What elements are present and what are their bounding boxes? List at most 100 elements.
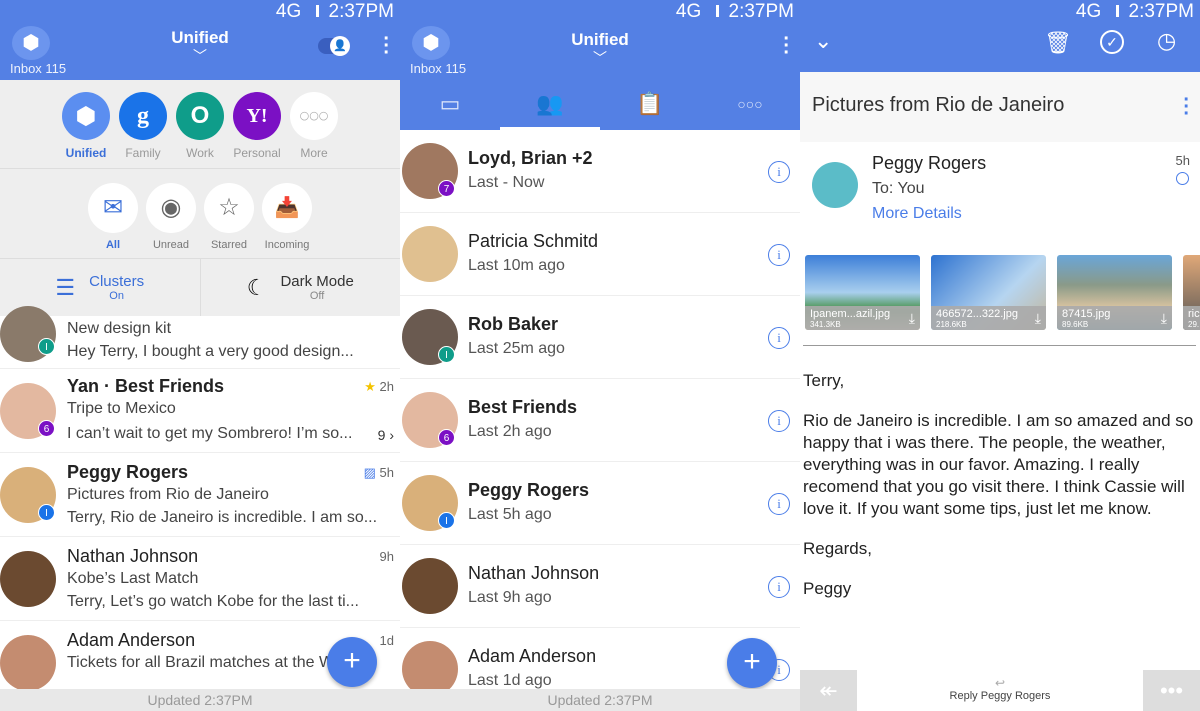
compose-button[interactable]: + bbox=[327, 637, 377, 687]
message-subject: Tripe to Mexico bbox=[67, 400, 176, 417]
body-paragraph: Terry, bbox=[803, 371, 845, 390]
reply-bar: ↞ ↩ Reply Peggy Rogers ••• bbox=[800, 670, 1200, 711]
thread-count[interactable]: 9 › bbox=[378, 427, 394, 443]
envelope-icon: ✉ bbox=[88, 183, 138, 233]
contacts-panel: 4G 2:37PM ⬢ Inbox 115 Unified ﹀ · · · ▭ 👥 … bbox=[400, 0, 800, 711]
unread-circle-icon[interactable] bbox=[1176, 172, 1189, 185]
contact-row[interactable]: I Peggy Rogers Last 5h ago i bbox=[400, 462, 800, 545]
check-circle-icon[interactable]: ✓ bbox=[1100, 30, 1124, 54]
avatar bbox=[402, 558, 458, 614]
info-icon[interactable]: i bbox=[768, 410, 790, 432]
contact-last-activity: Last 2h ago bbox=[468, 423, 552, 440]
folder-title[interactable]: Unified bbox=[400, 30, 800, 50]
chevron-down-icon[interactable]: ﹀ bbox=[400, 48, 800, 68]
attachment-size: 341.3KB bbox=[810, 320, 841, 329]
attachment-thumb[interactable]: Ipanem...azil.jpg 341.3KB ⤓ bbox=[805, 255, 920, 330]
download-icon[interactable]: ⤓ bbox=[1035, 310, 1041, 327]
avatar bbox=[402, 226, 458, 282]
filter-starred[interactable]: ☆ Starred bbox=[204, 183, 254, 251]
dark-mode-state: Off bbox=[309, 290, 325, 302]
account-switcher: ⬢ Unified g Family O Work Y! Personal ○○○ Mor… bbox=[0, 80, 400, 169]
app-bar: ⬢ Inbox 115 Unified ﹀ 👤 · · · bbox=[0, 24, 400, 80]
account-badge: 7 bbox=[438, 180, 455, 197]
more-vert-icon[interactable]: · · · bbox=[383, 29, 390, 63]
attachment-thumb[interactable]: 87415.jpg 89.6KB ⤓ bbox=[1057, 255, 1172, 330]
account-personal[interactable]: Y! Personal bbox=[233, 92, 281, 160]
message-row[interactable]: I New design kit Hey Terry, I bought a v… bbox=[0, 306, 400, 369]
message-sender: Adam Anderson bbox=[67, 630, 196, 650]
people-icon: 👥 bbox=[536, 91, 564, 116]
clipboard-icon: 📋 bbox=[636, 91, 664, 116]
message-row[interactable]: I Peggy Rogers Pictures from Rio de Jane… bbox=[0, 453, 400, 537]
avatar bbox=[0, 551, 56, 607]
outlook-icon: O bbox=[176, 92, 224, 140]
network: 4G bbox=[675, 1, 702, 22]
contact-row[interactable]: Nathan Johnson Last 9h ago i bbox=[400, 545, 800, 628]
attachment-thumb[interactable]: ric 29. bbox=[1183, 255, 1200, 330]
message-subject: Pictures from Rio de Janeiro bbox=[67, 486, 269, 503]
drawer-panel: 4G 2:37PM ⬢ Inbox 115 Unified ﹀ 👤 · · · ⬢ U… bbox=[0, 0, 400, 711]
contact-row[interactable]: I Rob Baker Last 25m ago i bbox=[400, 296, 800, 379]
download-icon[interactable]: ⤓ bbox=[909, 310, 915, 327]
compose-button[interactable]: + bbox=[727, 638, 777, 688]
attachment-size: 89.6KB bbox=[1062, 320, 1089, 329]
body-paragraph: Peggy bbox=[803, 579, 852, 598]
reply-all-icon[interactable]: ↞ bbox=[800, 670, 857, 711]
signal-icon bbox=[305, 5, 320, 17]
account-family[interactable]: g Family bbox=[119, 92, 167, 160]
contact-row[interactable]: 6 Best Friends Last 2h ago i bbox=[400, 379, 800, 462]
snooze-clock-icon[interactable]: ◷ bbox=[1157, 28, 1176, 54]
chevron-down-icon[interactable]: ⌄ bbox=[814, 28, 832, 54]
more-vert-icon[interactable]: · · · bbox=[1183, 90, 1190, 124]
account-work[interactable]: O Work bbox=[176, 92, 224, 160]
info-icon[interactable]: i bbox=[768, 161, 790, 183]
more-vert-icon[interactable]: · · · bbox=[783, 29, 790, 63]
info-icon[interactable]: i bbox=[768, 327, 790, 349]
account-unified[interactable]: ⬢ Unified bbox=[62, 92, 110, 160]
account-label: Family bbox=[125, 146, 161, 160]
contact-name: Adam Anderson bbox=[468, 646, 597, 666]
message-row[interactable]: 6 Yan · Best Friends Tripe to Mexico I c… bbox=[0, 369, 400, 453]
dark-mode-toggle[interactable]: ☾ Dark Mode Off bbox=[199, 259, 401, 316]
reply-button[interactable]: ↩ Reply Peggy Rogers bbox=[857, 670, 1143, 711]
status-time: 2:37PM bbox=[1128, 1, 1194, 22]
stack-icon: ☰ bbox=[55, 274, 76, 300]
contact-name: Loyd, Brian +2 bbox=[468, 148, 593, 168]
filter-label: Unread bbox=[152, 239, 190, 251]
account-badge: I bbox=[38, 504, 55, 521]
message-preview: Hey Terry, I bought a very good design..… bbox=[67, 343, 354, 360]
attachment-thumb[interactable]: 466572...322.jpg 218.6KB ⤓ bbox=[931, 255, 1046, 330]
account-badge: I bbox=[438, 346, 455, 363]
star-icon[interactable]: ★ bbox=[364, 379, 376, 394]
message-preview: I can’t wait to get my Sombrero! I’m so.… bbox=[67, 425, 353, 442]
account-badge: I bbox=[38, 338, 55, 355]
info-icon[interactable]: i bbox=[768, 244, 790, 266]
tab-tasks[interactable]: 📋 bbox=[600, 80, 700, 130]
tab-inbox[interactable]: ▭ bbox=[400, 80, 500, 130]
info-icon[interactable]: i bbox=[768, 576, 790, 598]
sender-name[interactable]: Peggy Rogers bbox=[872, 153, 986, 174]
more-horiz-icon[interactable]: ••• bbox=[1143, 670, 1200, 711]
account-more[interactable]: ○○○ More bbox=[290, 92, 338, 160]
download-icon[interactable]: ⤓ bbox=[1161, 310, 1167, 327]
filter-unread[interactable]: ◉ Unread bbox=[146, 183, 196, 251]
filter-incoming[interactable]: 📥 Incoming bbox=[262, 183, 312, 251]
more-details-link[interactable]: More Details bbox=[872, 205, 962, 223]
filter-all[interactable]: ✉ All bbox=[88, 183, 138, 251]
tab-more[interactable]: ○○○ bbox=[700, 80, 800, 130]
tab-people[interactable]: 👥 bbox=[500, 80, 600, 130]
account-label: Personal bbox=[233, 146, 281, 160]
message-row[interactable]: Nathan Johnson Kobe’s Last Match Terry, … bbox=[0, 537, 400, 621]
cube-icon: ⬢ bbox=[62, 92, 110, 140]
info-icon[interactable]: i bbox=[768, 493, 790, 515]
app-bar: ⬢ Inbox 115 Unified ﹀ · · · bbox=[400, 24, 800, 80]
body-paragraph: Regards, bbox=[803, 539, 872, 558]
contact-row[interactable]: 7 Loyd, Brian +2 Last - Now i bbox=[400, 130, 800, 213]
trash-icon[interactable]: 🗑 bbox=[1044, 30, 1072, 56]
message-preview: Terry, Let’s go watch Kobe for the last … bbox=[67, 593, 359, 610]
message-time: 5h bbox=[1175, 153, 1190, 168]
status-bar: 4G 2:37PM bbox=[800, 0, 1200, 24]
people-toggle[interactable]: 👤 bbox=[318, 36, 350, 56]
contact-row[interactable]: Patricia Schmitd Last 10m ago i bbox=[400, 213, 800, 296]
dark-mode-label: Dark Mode bbox=[280, 273, 354, 290]
